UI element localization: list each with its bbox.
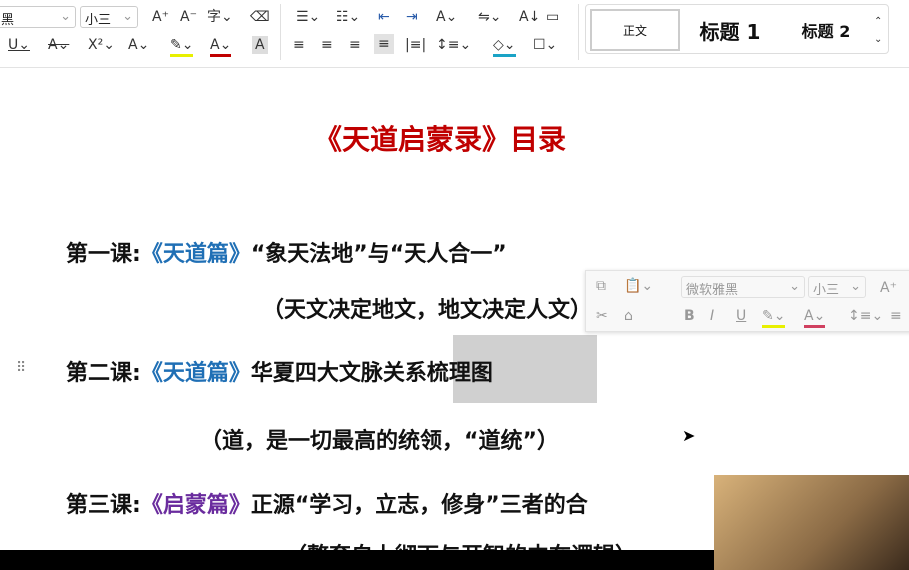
mini-line-spacing-icon[interactable]: ↕≡⌄ (848, 307, 883, 325)
lesson-text: 正源“学习，立志，修身”三者的合 (250, 493, 588, 518)
mini-font-name-value: 微软雅黑 (686, 283, 739, 298)
mini-font-size-value: 小三 (813, 283, 840, 298)
align-right-icon[interactable]: ≡ (349, 36, 361, 54)
font-name-value: 黑 (1, 13, 15, 28)
lesson-1: 第一课:《天道篇》“象天法地”与“天人合一” (66, 236, 507, 268)
mini-font-color-icon[interactable]: A⌄ (804, 307, 826, 328)
mini-font-name-select[interactable]: 微软雅黑 ⌄ (681, 276, 805, 298)
font-size-select[interactable]: 小三 ⌄ (80, 6, 138, 28)
justify-icon[interactable]: ≡ (374, 34, 394, 54)
font-name-select[interactable]: 黑 ⌄ (0, 6, 76, 28)
text-direction-icon[interactable]: ⇋⌄ (478, 8, 501, 26)
distributed-icon[interactable]: |≡| (405, 36, 426, 54)
mini-grow-font-icon[interactable]: A⁺ (880, 279, 897, 297)
text-effect-icon[interactable]: A⌄ (128, 36, 149, 54)
bold-button[interactable]: B (684, 307, 695, 325)
document-title: 《天道启蒙录》目录 (313, 123, 566, 156)
mouse-cursor-icon: ➤ (682, 426, 696, 445)
style-normal[interactable]: 正文 (590, 9, 680, 51)
copy-icon[interactable]: ⧉ (596, 277, 606, 295)
strikethrough-icon[interactable]: A⌄ (48, 36, 69, 54)
ribbon-toolbar: 黑 ⌄ 小三 ⌄ A⁺ A⁻ 字⌄ ⌫ U⌄ A⌄ X²⌄ A⌄ ✎⌄ A⌄ A ☰… (0, 0, 909, 68)
styles-gallery: 正文 标题 1 标题 2 ⌃ ⌄ (585, 4, 889, 54)
lesson-1-sub: （天文决定地文，地文决定人文） (262, 298, 593, 323)
italic-button[interactable]: I (710, 307, 714, 325)
align-left-icon[interactable]: ≡ (293, 36, 305, 54)
increase-indent-icon[interactable]: ⇥ (406, 8, 418, 26)
lesson-label: 第二课: (66, 361, 141, 386)
cut-icon[interactable]: ✂ (596, 307, 608, 325)
lesson-book: 《天道篇》 (140, 242, 251, 267)
underline-icon[interactable]: U⌄ (8, 36, 30, 54)
lesson-3: 第三课:《启蒙篇》正源“学习，立志，修身”三者的合 (66, 487, 588, 519)
mini-font-size-select[interactable]: 小三 ⌄ (808, 276, 866, 298)
phonetic-guide-icon[interactable]: 字⌄ (207, 8, 233, 26)
char-shading-icon[interactable]: A (252, 36, 268, 54)
borders-icon[interactable]: ☐⌄ (533, 36, 557, 54)
grow-font-icon[interactable]: A⁺ (152, 8, 169, 26)
show-marks-icon[interactable]: ▭ (546, 8, 559, 26)
lesson-text: “象天法地”与“天人合一” (250, 242, 507, 267)
drag-handle-icon[interactable]: ⠿ (16, 360, 26, 376)
lesson-text: 华夏四大文脉关系梳理图 (250, 361, 493, 386)
style-heading2[interactable]: 标题 2 (786, 9, 866, 51)
char-spacing-icon[interactable]: A⌄ (436, 8, 457, 26)
numbered-list-icon[interactable]: ☷⌄ (336, 8, 360, 26)
mini-align-icon[interactable]: ≡ (890, 307, 902, 325)
lesson-2-sub: （道，是一切最高的统领，“道统”） (200, 429, 559, 454)
align-center-icon[interactable]: ≡ (321, 36, 333, 54)
lesson-label: 第一课: (66, 242, 141, 267)
shrink-font-icon[interactable]: A⁻ (180, 8, 197, 26)
underline-button[interactable]: U (736, 307, 746, 325)
lesson-book: 《天道篇》 (140, 361, 251, 386)
style-heading1[interactable]: 标题 1 (690, 9, 770, 51)
eraser-icon[interactable]: ⌫ (250, 8, 270, 26)
sort-icon[interactable]: A↓ (519, 8, 540, 26)
font-size-value: 小三 (85, 13, 112, 28)
webcam-overlay (714, 475, 909, 570)
decrease-indent-icon[interactable]: ⇤ (378, 8, 390, 26)
styles-scroll-icon[interactable]: ⌃ ⌄ (874, 13, 882, 49)
divider (578, 4, 579, 60)
lesson-label: 第三课: (66, 493, 141, 518)
black-bar (0, 550, 714, 570)
mini-highlight-icon[interactable]: ✎⌄ (762, 307, 786, 328)
highlight-icon[interactable]: ✎⌄ (170, 36, 194, 57)
format-painter-icon[interactable]: ⌂ (624, 307, 633, 325)
floating-mini-toolbar: ⧉ 📋⌄ ✂ ⌂ 微软雅黑 ⌄ 小三 ⌄ A⁺ B I U ✎⌄ A⌄ ↕≡⌄ ≡ (585, 270, 909, 332)
divider (280, 4, 281, 60)
font-color-icon[interactable]: A⌄ (210, 36, 232, 57)
bullet-list-icon[interactable]: ☰⌄ (296, 8, 320, 26)
shading-icon[interactable]: ◇⌄ (493, 36, 516, 57)
line-spacing-icon[interactable]: ↕≡⌄ (436, 36, 471, 54)
lesson-book: 《启蒙篇》 (140, 493, 251, 518)
superscript-icon[interactable]: X²⌄ (88, 36, 115, 54)
paste-icon[interactable]: 📋⌄ (624, 277, 653, 295)
lesson-2: 第二课:《天道篇》华夏四大文脉关系梳理图 (66, 355, 493, 387)
